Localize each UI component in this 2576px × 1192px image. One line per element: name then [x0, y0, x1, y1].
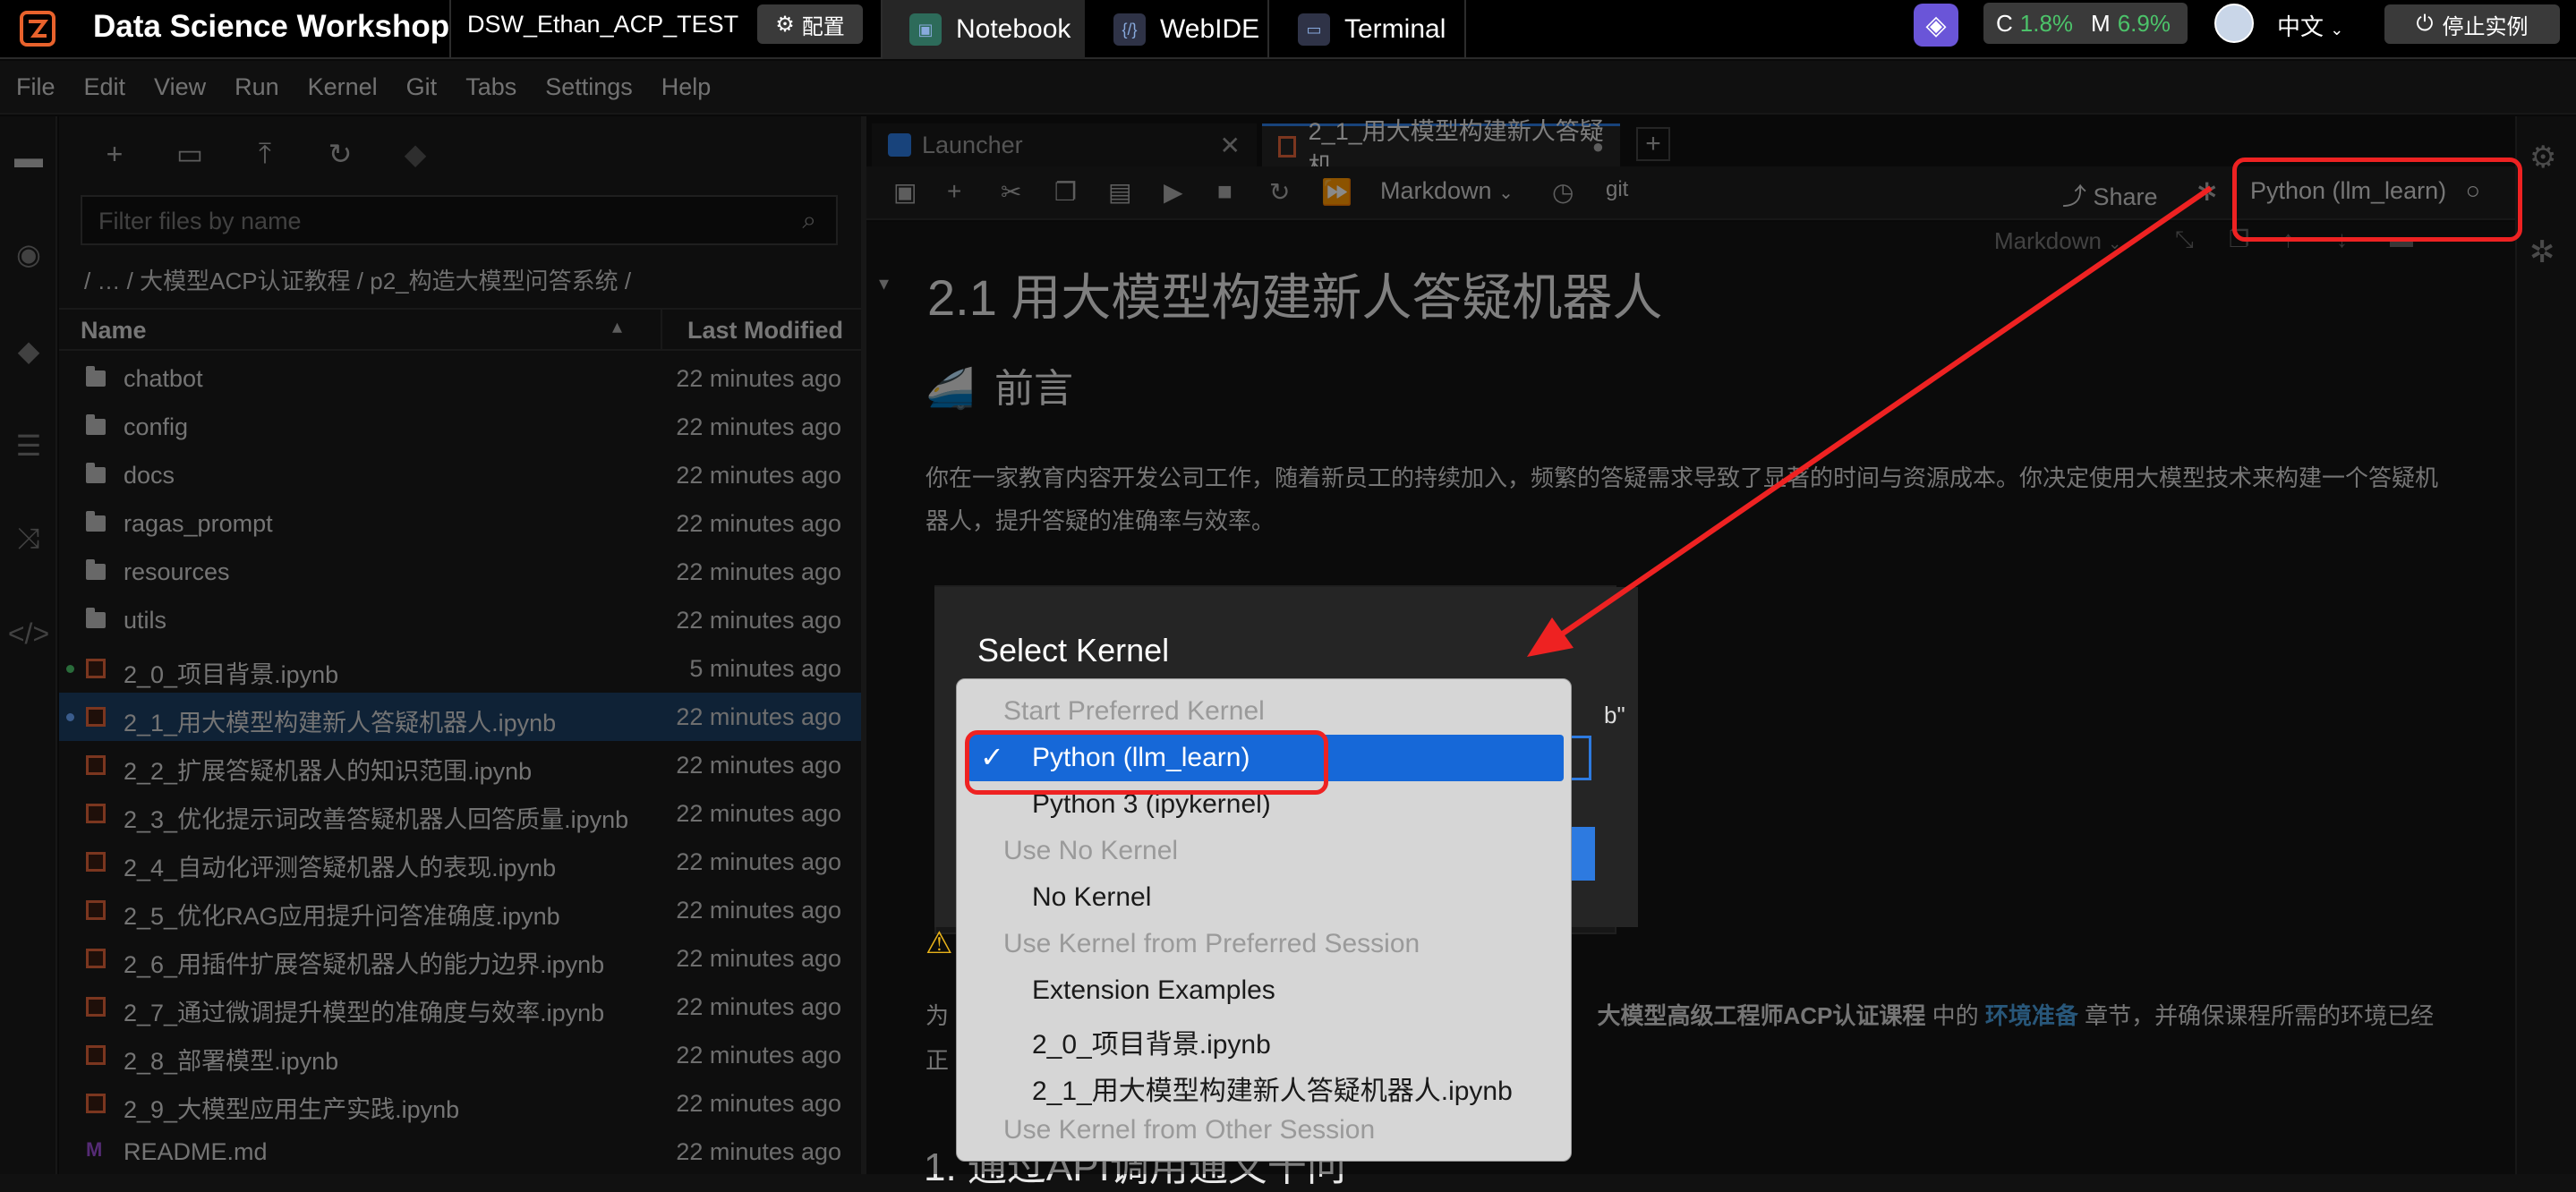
stop-instance-button[interactable]: ⏻ 停止实例: [2384, 4, 2560, 44]
gear-icon: ⚙: [775, 12, 795, 37]
annotation-highlight-kernel: [2232, 158, 2522, 242]
avatar[interactable]: [2214, 4, 2254, 43]
annotation-highlight-option: [965, 730, 1328, 795]
kernel-option-label: 2_0_项目背景.ipynb: [1032, 1030, 1271, 1060]
kernel-group-header: Use Kernel from Preferred Session: [957, 921, 1571, 967]
code-icon: {/}: [1113, 13, 1146, 46]
cpu-label: C: [1996, 9, 2013, 37]
tab-webide[interactable]: {/} WebIDE: [1087, 0, 1269, 59]
tab-terminal-label: Terminal: [1344, 14, 1446, 44]
resource-usage[interactable]: C 1.8% M 6.9%: [1983, 3, 2188, 44]
kernel-group-header: Use No Kernel: [957, 828, 1571, 874]
kernel-group-header: Use Kernel from Other Session: [957, 1107, 1571, 1154]
tab-webide-label: WebIDE: [1160, 14, 1260, 44]
language-label: 中文: [2277, 13, 2324, 40]
kernel-option-label: Use Kernel from Other Session: [1003, 1115, 1376, 1145]
dialog-title: Select Kernel: [977, 632, 1170, 668]
kernel-option-label: Use Kernel from Preferred Session: [1003, 929, 1420, 958]
cpu-value: 1.8%: [2019, 9, 2074, 37]
tab-notebook[interactable]: ▣ Notebook: [883, 0, 1085, 59]
kernel-option[interactable]: 2_1_用大模型构建新人答疑机器人.ipynb: [957, 1060, 1571, 1107]
tab-notebook-label: Notebook: [956, 14, 1071, 44]
terminal-icon: ▭: [1298, 13, 1330, 46]
kernel-option-label: Start Preferred Kernel: [1003, 696, 1265, 726]
mem-label: M: [2091, 9, 2111, 37]
stop-instance-label: 停止实例: [2442, 14, 2529, 39]
power-icon: ⏻: [2416, 12, 2434, 36]
kernel-option-label: Extension Examples: [1032, 975, 1275, 1005]
top-bar: Data Science Workshop DSW_Ethan_ACP_TEST…: [0, 0, 2576, 59]
config-button[interactable]: ⚙ 配置: [757, 4, 863, 44]
kernel-option-label: 2_1_用大模型构建新人答疑机器人.ipynb: [1032, 1077, 1513, 1106]
app-title: Data Science Workshop: [93, 9, 450, 44]
kernel-option[interactable]: Extension Examples: [957, 967, 1571, 1014]
instance-name: DSW_Ethan_ACP_TEST: [467, 11, 739, 38]
kernel-option[interactable]: 2_0_项目背景.ipynb: [957, 1014, 1571, 1060]
dialog-text-fragment: b": [1604, 702, 1625, 728]
kernel-option[interactable]: No Kernel: [957, 874, 1571, 921]
dsw-logo-icon[interactable]: [18, 9, 57, 48]
config-label: 配置: [801, 14, 845, 39]
notebook-icon: ▣: [909, 13, 942, 46]
kernel-group-header: Start Preferred Kernel: [957, 688, 1571, 735]
tab-terminal[interactable]: ▭ Terminal: [1271, 0, 1464, 59]
kernel-option-label: Use No Kernel: [1003, 836, 1179, 865]
divider: [1464, 0, 1466, 59]
chevron-down-icon: ⌄: [2330, 21, 2344, 38]
assistant-icon[interactable]: ◈: [1914, 4, 1958, 47]
kernel-option-label: No Kernel: [1032, 882, 1152, 912]
mem-value: 6.9%: [2117, 9, 2171, 37]
language-select[interactable]: 中文 ⌄: [2277, 9, 2343, 42]
divider: [449, 0, 451, 59]
warning-icon: ⚠: [925, 926, 953, 960]
